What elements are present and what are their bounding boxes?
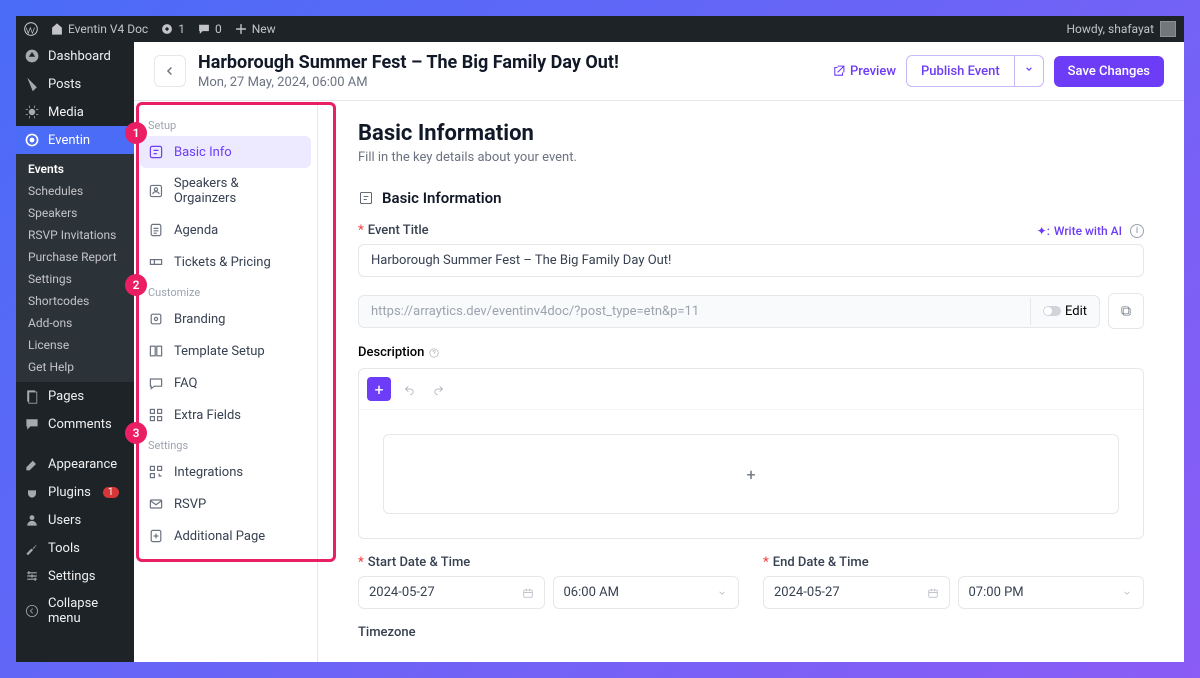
plugins-badge: 1 bbox=[103, 487, 119, 498]
copy-permalink-button[interactable] bbox=[1108, 293, 1144, 329]
nav-branding[interactable]: Branding bbox=[134, 303, 317, 335]
menu-appearance[interactable]: Appearance bbox=[16, 450, 134, 478]
wp-admin-bar: Eventin V4 Doc 1 0 New Howdy, shafayat bbox=[16, 16, 1184, 42]
preview-button[interactable]: Preview bbox=[832, 64, 896, 79]
sub-events[interactable]: Events bbox=[16, 158, 134, 180]
setup-sidebar: Setup Basic Info Speakers & Orgainzers A… bbox=[134, 101, 318, 662]
nav-integrations[interactable]: Integrations bbox=[134, 456, 317, 488]
end-time-input[interactable]: 07:00 PM bbox=[958, 576, 1145, 609]
edit-permalink-button[interactable]: Edit bbox=[1030, 298, 1099, 325]
start-date-input[interactable]: 2024-05-27 bbox=[358, 576, 545, 609]
sub-schedules[interactable]: Schedules bbox=[16, 180, 134, 202]
nav-rsvp[interactable]: RSVP bbox=[134, 488, 317, 520]
menu-pages[interactable]: Pages bbox=[16, 382, 134, 410]
write-with-ai-button[interactable]: ✦:Write with AI i bbox=[1037, 224, 1144, 238]
howdy-link[interactable]: Howdy, shafayat bbox=[1066, 21, 1176, 37]
chevron-down-icon bbox=[716, 587, 728, 599]
sub-license[interactable]: License bbox=[16, 334, 134, 356]
nav-tickets[interactable]: Tickets & Pricing bbox=[134, 246, 317, 278]
description-label: Description bbox=[358, 345, 424, 360]
undo-button[interactable] bbox=[397, 377, 421, 401]
site-link[interactable]: Eventin V4 Doc bbox=[50, 22, 148, 36]
nav-agenda[interactable]: Agenda bbox=[134, 214, 317, 246]
description-editor: + + bbox=[358, 368, 1144, 539]
publish-dropdown-button[interactable] bbox=[1015, 55, 1044, 87]
eventin-submenu: Events Schedules Speakers RSVP Invitatio… bbox=[16, 154, 134, 382]
menu-users[interactable]: Users bbox=[16, 506, 134, 534]
end-date-label: End Date & Time bbox=[773, 555, 869, 570]
timezone-label: Timezone bbox=[358, 625, 416, 640]
section-settings: Settings bbox=[134, 431, 317, 456]
wp-logo[interactable] bbox=[24, 22, 38, 36]
end-date-input[interactable]: 2024-05-27 bbox=[763, 576, 950, 609]
event-datetime: Mon, 27 May, 2024, 06:00 AM bbox=[198, 75, 619, 90]
updates-link[interactable]: 1 bbox=[160, 22, 185, 36]
sub-help[interactable]: Get Help bbox=[16, 356, 134, 378]
section-customize: Customize bbox=[134, 278, 317, 303]
menu-posts[interactable]: Posts bbox=[16, 70, 134, 98]
annotation-badge-3: 3 bbox=[125, 422, 147, 444]
calendar-icon bbox=[927, 587, 939, 599]
event-title-label: Event Title bbox=[368, 223, 429, 238]
page-title: Basic Information bbox=[358, 121, 1144, 146]
menu-settings[interactable]: Settings bbox=[16, 562, 134, 590]
comments-link[interactable]: 0 bbox=[197, 22, 222, 36]
save-changes-button[interactable]: Save Changes bbox=[1054, 56, 1164, 87]
start-date-label: Start Date & Time bbox=[368, 555, 471, 570]
section-basic-info: Basic Information bbox=[358, 189, 1144, 207]
event-header: Harborough Summer Fest – The Big Family … bbox=[134, 42, 1184, 101]
event-title: Harborough Summer Fest – The Big Family … bbox=[198, 52, 619, 73]
menu-comments[interactable]: Comments bbox=[16, 410, 134, 438]
menu-collapse[interactable]: Collapse menu bbox=[16, 590, 134, 632]
annotation-badge-2: 2 bbox=[125, 274, 147, 296]
avatar-icon bbox=[1160, 21, 1176, 37]
wp-sidebar: Dashboard Posts Media Eventin Events Sch… bbox=[16, 42, 134, 662]
back-button[interactable] bbox=[154, 55, 186, 87]
sub-rsvp-inv[interactable]: RSVP Invitations bbox=[16, 224, 134, 246]
nav-faq[interactable]: FAQ bbox=[134, 367, 317, 399]
nav-extra-fields[interactable]: Extra Fields bbox=[134, 399, 317, 431]
start-time-input[interactable]: 06:00 AM bbox=[553, 576, 740, 609]
sub-settings[interactable]: Settings bbox=[16, 268, 134, 290]
help-icon bbox=[428, 347, 440, 359]
section-setup: Setup bbox=[134, 111, 317, 136]
redo-button[interactable] bbox=[427, 377, 451, 401]
editor-add-block-button[interactable]: + bbox=[367, 377, 391, 401]
annotation-badge-1: 1 bbox=[125, 122, 147, 144]
publish-event-button[interactable]: Publish Event bbox=[906, 55, 1015, 87]
permalink-input bbox=[359, 296, 1030, 327]
nav-speakers[interactable]: Speakers & Orgainzers bbox=[134, 168, 317, 214]
page-subtitle: Fill in the key details about your event… bbox=[358, 150, 1144, 165]
calendar-icon bbox=[522, 587, 534, 599]
nav-basic-info[interactable]: Basic Info bbox=[140, 136, 311, 168]
menu-tools[interactable]: Tools bbox=[16, 534, 134, 562]
form-area: Basic Information Fill in the key detail… bbox=[318, 101, 1184, 662]
menu-media[interactable]: Media bbox=[16, 98, 134, 126]
sub-speakers[interactable]: Speakers bbox=[16, 202, 134, 224]
info-icon: i bbox=[1130, 224, 1144, 238]
editor-add-area[interactable]: + bbox=[383, 434, 1119, 514]
menu-dashboard[interactable]: Dashboard bbox=[16, 42, 134, 70]
nav-template[interactable]: Template Setup bbox=[134, 335, 317, 367]
event-title-input[interactable] bbox=[358, 244, 1144, 277]
nav-additional-page[interactable]: Additional Page bbox=[134, 520, 317, 552]
sub-addons[interactable]: Add-ons bbox=[16, 312, 134, 334]
menu-eventin[interactable]: Eventin bbox=[16, 126, 134, 154]
content-area: Harborough Summer Fest – The Big Family … bbox=[134, 42, 1184, 662]
chevron-down-icon bbox=[1121, 587, 1133, 599]
sub-purchase[interactable]: Purchase Report bbox=[16, 246, 134, 268]
new-link[interactable]: New bbox=[234, 22, 276, 36]
sub-shortcodes[interactable]: Shortcodes bbox=[16, 290, 134, 312]
menu-plugins[interactable]: Plugins1 bbox=[16, 478, 134, 506]
app-frame: Eventin V4 Doc 1 0 New Howdy, shafayat D… bbox=[16, 16, 1184, 662]
